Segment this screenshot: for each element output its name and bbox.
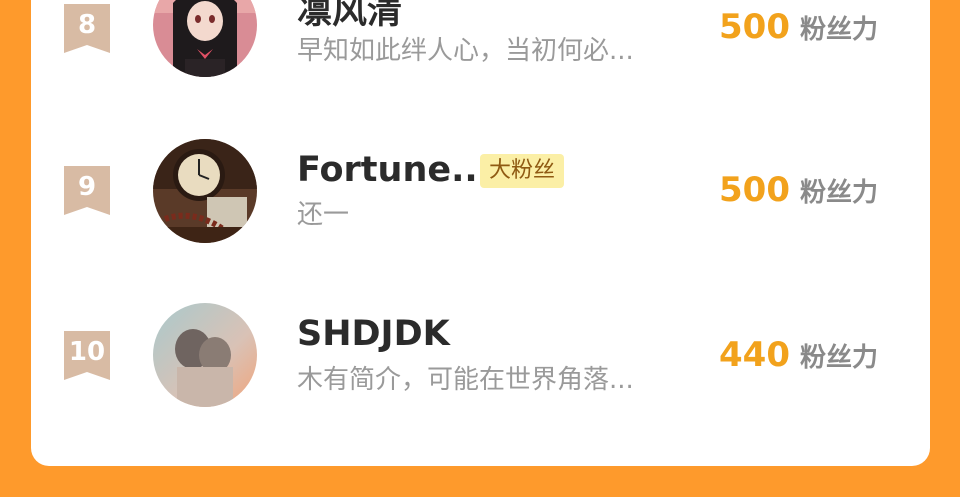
avatar[interactable] [153,303,257,407]
rank-number: 8 [77,10,97,40]
fan-power: 500 粉丝力 [719,170,878,216]
rank-flag: 9 [64,166,110,215]
user-bio: 木有简介，可能在世界角落... [297,365,634,395]
big-fan-badge: 大粉丝 [480,154,565,188]
rank-number: 10 [68,337,106,367]
rank-flag: 8 [64,4,110,53]
fan-power: 440 粉丝力 [719,335,878,381]
user-bio: 还一 [297,200,350,230]
fan-power-value: 500 [719,170,790,210]
fan-power-unit: 粉丝力 [799,15,878,45]
list-item[interactable]: 10 SHDJDK 木有简介，可能在世界角落... 440 粉丝力 [0,272,960,432]
rank-number: 9 [77,172,97,202]
fan-power-value: 440 [719,335,790,375]
rank-flag: 10 [64,331,110,380]
list-item[interactable]: 8 凛风清 早知如此绊人心，当初何必... 500 粉丝力 [0,0,960,102]
avatar[interactable] [153,139,257,243]
avatar[interactable] [153,0,257,77]
user-name[interactable]: Fortune... [297,150,491,190]
list-item[interactable]: 9 Fortune... 大粉丝 还一 500 粉丝力 [0,108,960,268]
fan-power-unit: 粉丝力 [799,343,878,373]
fan-power: 500 粉丝力 [719,7,878,53]
user-name[interactable]: 凛风清 [297,0,402,32]
fan-power-value: 500 [719,7,790,47]
fan-power-unit: 粉丝力 [799,178,878,208]
user-name[interactable]: SHDJDK [297,314,450,354]
user-bio: 早知如此绊人心，当初何必... [297,36,634,66]
